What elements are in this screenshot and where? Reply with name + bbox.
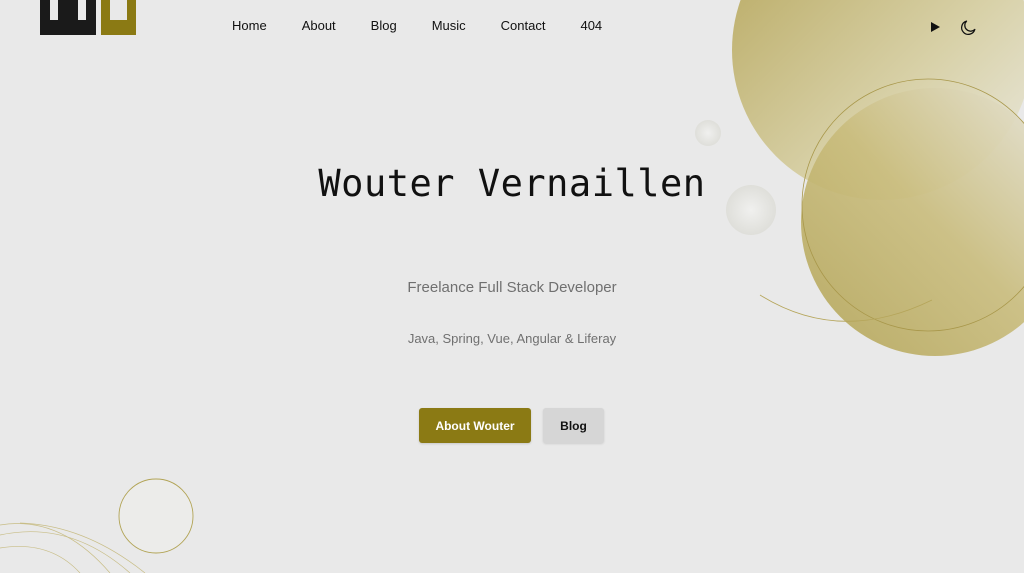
hero-title: Wouter Vernaillen	[318, 162, 706, 205]
nav-contact[interactable]: Contact	[501, 18, 546, 34]
moon-icon[interactable]	[958, 17, 978, 37]
blog-button[interactable]: Blog	[543, 408, 604, 443]
hero-buttons: About Wouter Blog	[419, 408, 604, 443]
nav-home[interactable]: Home	[232, 18, 267, 34]
nav-music[interactable]: Music	[432, 18, 466, 34]
nav-404[interactable]: 404	[580, 18, 602, 34]
site-logo[interactable]	[40, 0, 136, 35]
play-icon[interactable]	[925, 17, 945, 37]
nav-about[interactable]: About	[302, 18, 336, 34]
hero-tech-stack: Java, Spring, Vue, Angular & Liferay	[407, 331, 617, 346]
hero-subtitle: Freelance Full Stack Developer	[407, 279, 617, 296]
header-actions	[925, 17, 978, 37]
page: Home About Blog Music Contact 404 Wouter…	[0, 0, 1024, 573]
bottom-ring	[118, 478, 194, 554]
medium-gold-circle	[801, 88, 1024, 356]
main-nav: Home About Blog Music Contact 404	[232, 18, 602, 34]
nav-blog[interactable]: Blog	[371, 18, 397, 34]
tiny-bubble	[695, 120, 721, 146]
about-wouter-button[interactable]: About Wouter	[419, 408, 531, 443]
